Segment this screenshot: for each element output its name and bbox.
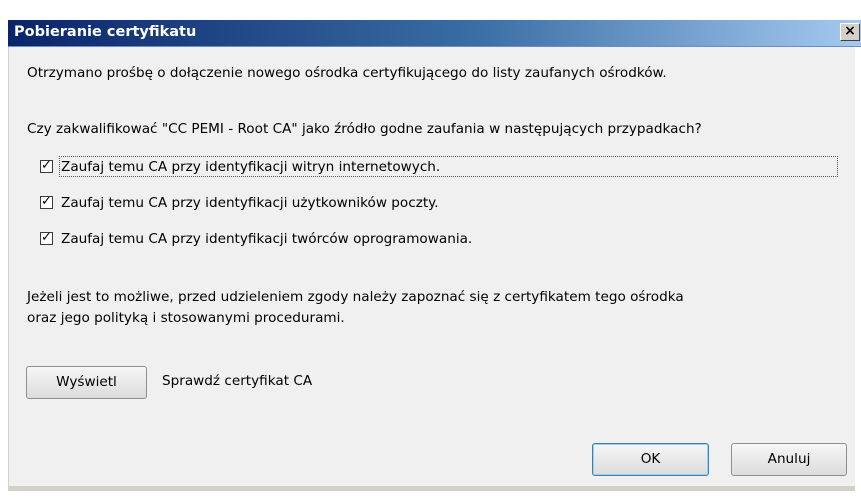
close-icon: × (844, 23, 856, 39)
trust-email-users-checkbox[interactable]: ✓ (40, 194, 53, 209)
check-icon: ✓ (41, 230, 52, 245)
question-text: Czy zakwalifikować "CC PEMI - Root CA" j… (27, 121, 702, 137)
trust-email-users-label[interactable]: Zaufaj temu CA przy identyfikacji użytko… (61, 195, 439, 211)
advice-text-line2: oraz jego polityką i stosowanymi procedu… (27, 310, 345, 326)
bottom-frame (9, 486, 855, 491)
ok-button[interactable]: OK (592, 443, 709, 476)
intro-text: Otrzymano prośbę o dołączenie nowego ośr… (27, 65, 667, 81)
advice-text-line1: Jeżeli jest to możliwe, przed udzielenie… (27, 289, 684, 305)
close-button[interactable]: × (840, 23, 860, 41)
view-certificate-button[interactable]: Wyświetl (26, 366, 147, 399)
trust-websites-label[interactable]: Zaufaj temu CA przy identyfikacji witryn… (61, 159, 440, 175)
certificate-download-dialog: Pobieranie certyfikatu × Otrzymano prośb… (0, 0, 861, 497)
check-icon: ✓ (41, 158, 52, 173)
trust-software-makers-label[interactable]: Zaufaj temu CA przy identyfikacji twórcó… (61, 231, 472, 247)
cancel-button[interactable]: Anuluj (731, 443, 847, 476)
trust-websites-checkbox[interactable]: ✓ (40, 158, 53, 173)
title-bar[interactable]: Pobieranie certyfikatu × (8, 20, 861, 47)
trust-software-makers-checkbox[interactable]: ✓ (40, 230, 53, 245)
view-certificate-caption: Sprawdź certyfikat CA (162, 373, 313, 389)
check-icon: ✓ (41, 194, 52, 209)
dialog-title: Pobieranie certyfikatu (14, 24, 197, 40)
dialog-body: Otrzymano prośbę o dołączenie nowego ośr… (8, 47, 855, 491)
